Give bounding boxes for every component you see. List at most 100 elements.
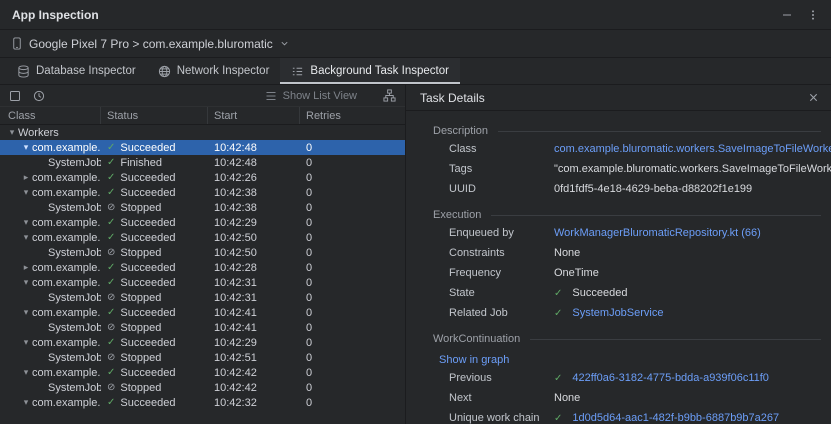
- cell-retries: 0: [300, 230, 405, 245]
- database-icon: [17, 65, 30, 78]
- tab-label: Database Inspector: [36, 65, 136, 77]
- stopped-icon: ⊘: [107, 292, 115, 303]
- cell-start: 10:42:48: [208, 155, 300, 170]
- detail-text: 0fd1fdf5-4e18-4629-beba-d88202f1e199: [554, 183, 752, 196]
- detail-label: Enqueued by: [449, 227, 554, 241]
- table-header: Class Status Start Retries: [0, 107, 405, 125]
- cell-class: ▾com.example.bl: [0, 140, 101, 155]
- table-row[interactable]: ▾com.example.bl✓Succeeded10:42:290: [0, 335, 405, 350]
- table-row[interactable]: ▸com.example.bl✓Succeeded10:42:260: [0, 170, 405, 185]
- graph-view-icon[interactable]: [383, 89, 396, 102]
- chevron-down-icon[interactable]: ▾: [20, 142, 32, 153]
- chevron-right-icon[interactable]: ▸: [20, 172, 32, 183]
- table-row[interactable]: SystemJobS⊘Stopped10:42:420: [0, 380, 405, 395]
- table-row[interactable]: ▾com.example.bl✓Succeeded10:42:310: [0, 275, 405, 290]
- cell-start: 10:42:50: [208, 245, 300, 260]
- detail-row-constraints: ConstraintsNone: [433, 247, 821, 261]
- table-group-row[interactable]: ▾Workers: [0, 125, 405, 140]
- chevron-down-icon[interactable]: ▾: [20, 277, 32, 288]
- chevron-down-icon[interactable]: ▾: [20, 217, 32, 228]
- column-header-class[interactable]: Class: [0, 107, 101, 124]
- detail-link[interactable]: WorkManagerBluromaticRepository.kt (66): [554, 227, 761, 240]
- status-text: Succeeded: [120, 307, 175, 319]
- chevron-down-icon[interactable]: ▾: [20, 367, 32, 378]
- class-name-text: com.example.bl: [32, 367, 101, 379]
- chevron-down-icon[interactable]: ▾: [20, 307, 32, 318]
- column-header-start[interactable]: Start: [208, 107, 300, 124]
- table-row[interactable]: SystemJobS⊘Stopped10:42:500: [0, 245, 405, 260]
- status-text: Succeeded: [120, 277, 175, 289]
- detail-value: 0fd1fdf5-4e18-4629-beba-d88202f1e199: [554, 183, 752, 196]
- table-row[interactable]: SystemJobS⊘Stopped10:42:410: [0, 320, 405, 335]
- show-in-graph-link[interactable]: Show in graph: [439, 354, 509, 366]
- table-row[interactable]: ▾com.example.bl✓Succeeded10:42:380: [0, 185, 405, 200]
- chevron-down-icon[interactable]: ▾: [20, 232, 32, 243]
- detail-value: None: [554, 247, 580, 260]
- stopped-icon: ⊘: [107, 322, 115, 333]
- section-title: WorkContinuation: [433, 333, 821, 345]
- success-check-icon: ✓: [107, 307, 115, 318]
- show-list-view-button[interactable]: Show List View: [283, 90, 357, 102]
- class-name-text: com.example.bl: [32, 262, 101, 274]
- cell-status: ⊘Stopped: [101, 320, 208, 335]
- detail-link[interactable]: com.example.bluromatic.workers.SaveImage…: [554, 143, 831, 156]
- cell-class: ▾com.example.bl: [0, 335, 101, 350]
- table-row[interactable]: ▾com.example.bl✓Succeeded10:42:480: [0, 140, 405, 155]
- chevron-down-icon[interactable]: ▾: [20, 337, 32, 348]
- detail-row-enqueued-by: Enqueued byWorkManagerBluromaticReposito…: [433, 227, 821, 241]
- details-section-execution: ExecutionEnqueued byWorkManagerBluromati…: [433, 209, 821, 321]
- close-icon[interactable]: [808, 92, 819, 103]
- detail-link[interactable]: 422ff0a6-3182-4775-bdda-a939f06c11f0: [572, 372, 769, 385]
- more-vertical-icon[interactable]: [807, 9, 819, 21]
- detail-row-frequency: FrequencyOneTime: [433, 267, 821, 281]
- class-name-text: SystemJobS: [48, 157, 101, 169]
- stop-icon[interactable]: [9, 90, 21, 102]
- table-row[interactable]: ▾com.example.bl✓Succeeded10:42:410: [0, 305, 405, 320]
- stopped-icon: ⊘: [107, 382, 115, 393]
- chevron-down-icon[interactable]: ▾: [20, 187, 32, 198]
- table-row[interactable]: ▾com.example.bl✓Succeeded10:42:420: [0, 365, 405, 380]
- chevron-down-icon[interactable]: ▾: [6, 127, 18, 138]
- class-name-text: SystemJobS: [48, 202, 101, 214]
- table-row[interactable]: ▾com.example.bl✓Succeeded10:42:500: [0, 230, 405, 245]
- detail-link[interactable]: SystemJobService: [572, 307, 663, 320]
- cell-start: [208, 125, 300, 140]
- success-check-icon: ✓: [107, 367, 115, 378]
- minimize-icon[interactable]: [781, 9, 793, 21]
- list-view-icon[interactable]: [265, 90, 277, 102]
- tab-network-inspector[interactable]: Network Inspector: [147, 58, 281, 84]
- table-row[interactable]: ▸com.example.bl✓Succeeded10:42:280: [0, 260, 405, 275]
- cell-class: ▸com.example.bl: [0, 260, 101, 275]
- table-row[interactable]: SystemJobS✓Finished10:42:480: [0, 155, 405, 170]
- titlebar-actions: [781, 9, 819, 21]
- detail-values: OneTime: [554, 267, 599, 281]
- cell-class: SystemJobS: [0, 320, 101, 335]
- table-row[interactable]: SystemJobS⊘Stopped10:42:510: [0, 350, 405, 365]
- cell-class: ▾com.example.bl: [0, 395, 101, 410]
- chevron-right-icon[interactable]: ▸: [20, 262, 32, 273]
- chevron-down-icon[interactable]: ▾: [20, 397, 32, 408]
- detail-label: Unique work chain: [449, 412, 554, 424]
- column-header-status[interactable]: Status: [101, 107, 208, 124]
- cell-retries: 0: [300, 290, 405, 305]
- table-row[interactable]: ▾com.example.bl✓Succeeded10:42:290: [0, 215, 405, 230]
- cell-status: ⊘Stopped: [101, 200, 208, 215]
- table-row[interactable]: SystemJobS⊘Stopped10:42:380: [0, 200, 405, 215]
- class-name-text: com.example.bl: [32, 397, 101, 409]
- class-name-text: SystemJobS: [48, 382, 101, 394]
- table-row[interactable]: SystemJobS⊘Stopped10:42:310: [0, 290, 405, 305]
- cell-status: ⊘Stopped: [101, 380, 208, 395]
- cell-status: ✓Succeeded: [101, 215, 208, 230]
- column-header-retries[interactable]: Retries: [300, 107, 405, 124]
- cell-retries: 0: [300, 380, 405, 395]
- class-name-text: com.example.bl: [32, 217, 101, 229]
- device-process-selector[interactable]: Google Pixel 7 Pro > com.example.bluroma…: [0, 30, 831, 58]
- tab-background-task-inspector[interactable]: Background Task Inspector: [280, 58, 460, 84]
- tab-label: Background Task Inspector: [310, 65, 449, 77]
- table-row[interactable]: ▾com.example.bl✓Succeeded10:42:320: [0, 395, 405, 410]
- clock-icon[interactable]: [33, 90, 45, 102]
- detail-label: Next: [449, 392, 554, 406]
- cell-class: ▾com.example.bl: [0, 230, 101, 245]
- tab-database-inspector[interactable]: Database Inspector: [6, 58, 147, 84]
- detail-link[interactable]: 1d0d5d64-aac1-482f-b9bb-6887b9b7a267: [572, 412, 779, 424]
